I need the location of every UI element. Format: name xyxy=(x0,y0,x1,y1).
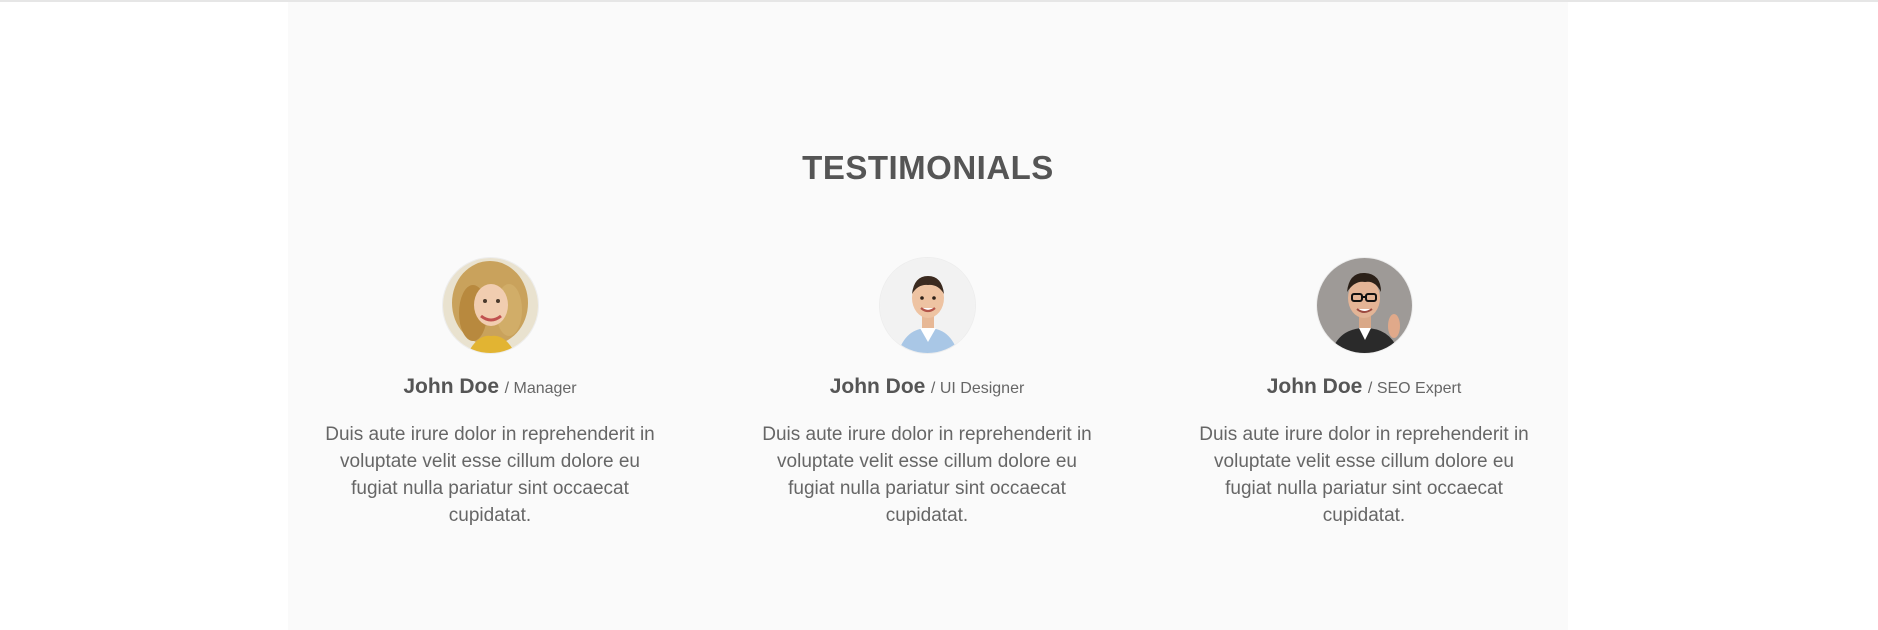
author-role: / UI Designer xyxy=(930,380,1025,397)
testimonial-card: John Doe / SEO Expert Duis aute irure do… xyxy=(1184,258,1544,529)
testimonial-quote: Duis aute irure dolor in reprehenderit i… xyxy=(325,424,655,526)
testimonial-author: John Doe / UI Designer xyxy=(747,375,1107,399)
author-name: John Doe xyxy=(829,375,926,398)
avatar xyxy=(442,258,538,353)
section-title: TESTIMONIALS xyxy=(802,149,1054,187)
avatar xyxy=(879,258,975,353)
man-glasses-portrait-photo-icon xyxy=(1316,258,1412,353)
testimonial-author: John Doe / Manager xyxy=(310,375,670,399)
testimonials-section: TESTIMONIALS John Doe / Manager Duis aut… xyxy=(288,2,1568,630)
testimonial-quote: Duis aute irure dolor in reprehenderit i… xyxy=(762,424,1092,526)
testimonial-quote: Duis aute irure dolor in reprehenderit i… xyxy=(1199,424,1529,526)
avatar xyxy=(1316,258,1412,353)
testimonial-card: John Doe / Manager Duis aute irure dolor… xyxy=(310,258,670,529)
testimonial-author: John Doe / SEO Expert xyxy=(1184,375,1544,399)
author-name: John Doe xyxy=(1266,375,1363,398)
testimonial-card: John Doe / UI Designer Duis aute irure d… xyxy=(747,258,1107,529)
author-role: / Manager xyxy=(504,380,577,397)
author-role: / SEO Expert xyxy=(1367,380,1462,397)
woman-portrait-photo-icon xyxy=(442,258,538,353)
author-name: John Doe xyxy=(403,375,500,398)
man-portrait-photo-icon xyxy=(879,258,975,353)
